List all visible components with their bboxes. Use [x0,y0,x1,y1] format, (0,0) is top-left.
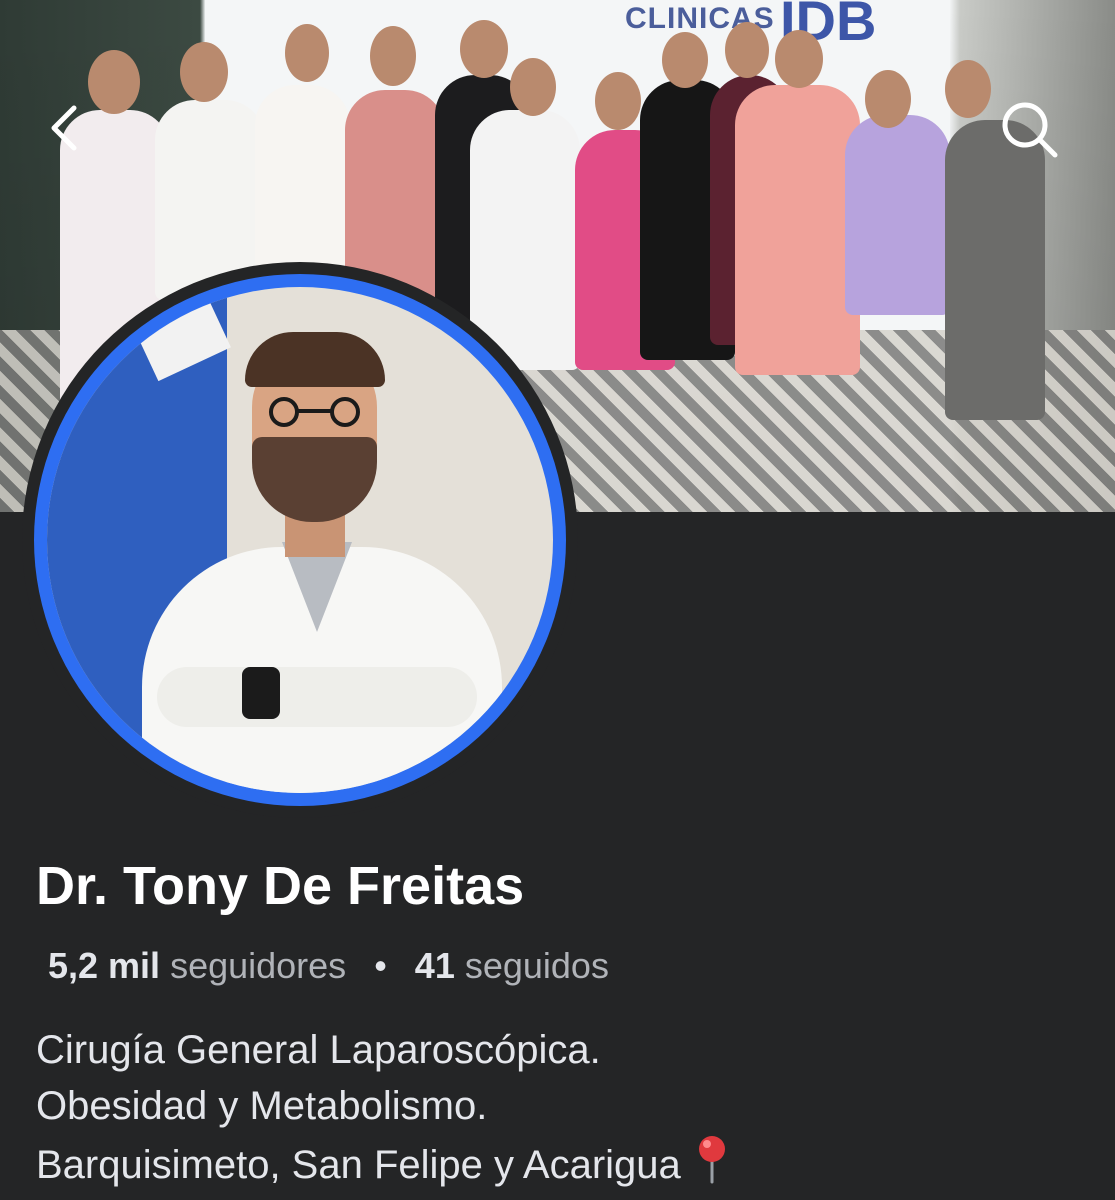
round-pushpin-icon [698,1136,725,1184]
following-count: 41 [414,945,455,986]
glasses-icon [269,397,360,427]
stats-separator: • [374,945,387,986]
bio-line-location: Barquisimeto, San Felipe y Acarigua [36,1134,729,1193]
profile-photo [47,287,553,793]
profile-page: CLINICAS IDB Dr. Tony De Freitas 5,2 mil… [0,0,1115,1200]
back-button[interactable] [34,96,98,160]
bio-line: Cirugía General Laparoscópica. [36,1028,601,1072]
bio-line: Obesidad y Metabolismo. [36,1084,488,1128]
following-link[interactable]: 41 seguidos [415,945,609,987]
profile-name: Dr. Tony De Freitas [36,856,525,916]
followers-count: 5,2 mil [48,945,161,986]
story-ring [34,274,566,806]
following-label: seguidos [464,945,609,986]
search-icon [1002,102,1058,158]
watch [242,667,280,719]
profile-bio: Cirugía General Laparoscópica. Obesidad … [36,1022,729,1193]
avatar[interactable] [22,262,578,818]
chevron-left-icon [51,105,77,151]
profile-stats: 5,2 mil seguidores • 41 seguidos [48,945,609,987]
followers-label: seguidores [170,945,347,986]
search-button[interactable] [998,98,1062,162]
followers-link[interactable]: 5,2 mil seguidores [48,945,346,987]
